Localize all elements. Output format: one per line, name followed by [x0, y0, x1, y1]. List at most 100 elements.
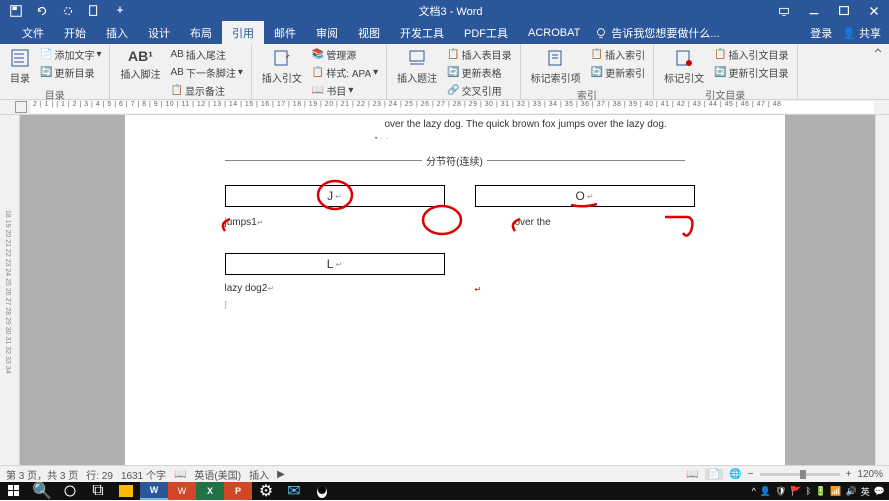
- tab-devtools[interactable]: 开发工具: [390, 21, 454, 45]
- section-break: 分节符(连续): [225, 153, 685, 168]
- status-words[interactable]: 1631 个字: [121, 467, 166, 482]
- tray-battery-icon[interactable]: 🔋: [815, 486, 826, 497]
- index-entry-lazydog[interactable]: lazy dog2↵: [225, 283, 445, 294]
- page-canvas[interactable]: over the lazy dog. The quick brown fox j…: [125, 115, 785, 465]
- heading-o[interactable]: O↵: [475, 185, 695, 207]
- show-notes-button[interactable]: 📋显示备注: [168, 82, 244, 99]
- redo-icon[interactable]: [56, 1, 80, 21]
- tab-home[interactable]: 开始: [54, 21, 96, 45]
- zoom-slider[interactable]: [760, 473, 840, 476]
- tab-mail[interactable]: 邮件: [264, 21, 306, 45]
- tray-ime[interactable]: 英: [861, 485, 870, 498]
- group-citations: 插入引文 📚管理源 📋样式: APA ▾ 📖书目 ▾ 引文与书目: [252, 44, 387, 99]
- tab-acrobat[interactable]: ACROBAT: [518, 23, 590, 43]
- system-tray[interactable]: ^ 👤 🛡 🚩 ᛒ 🔋 📶 🔊 英 💬: [752, 485, 889, 498]
- taskbar-qq[interactable]: [308, 482, 336, 500]
- insert-endnote-button[interactable]: AB插入尾注: [168, 46, 244, 63]
- menubar: 文件 开始 插入 设计 布局 引用 邮件 审阅 视图 开发工具 PDF工具 AC…: [0, 22, 889, 44]
- view-read-icon[interactable]: 📖: [686, 469, 698, 480]
- heading-j[interactable]: J↵: [225, 185, 445, 207]
- maximize-icon[interactable]: [829, 1, 859, 21]
- update-table-button[interactable]: 🔄更新表格: [445, 64, 513, 81]
- tray-flag-icon[interactable]: 🚩: [790, 486, 801, 497]
- cross-ref-button[interactable]: 🔗交叉引用: [445, 82, 513, 99]
- taskbar-settings[interactable]: ⚙: [252, 482, 280, 500]
- tab-selector[interactable]: [15, 101, 27, 113]
- view-print-icon[interactable]: 📄: [705, 469, 723, 480]
- tab-references[interactable]: 引用: [222, 21, 264, 45]
- start-button[interactable]: [0, 482, 28, 500]
- next-footnote-button[interactable]: AB下一条脚注 ▾: [168, 64, 244, 81]
- tab-review[interactable]: 审阅: [306, 21, 348, 45]
- tell-me[interactable]: 告诉我您想要做什么...: [594, 25, 719, 41]
- insert-caption-button[interactable]: 插入题注: [393, 46, 441, 99]
- view-web-icon[interactable]: 🌐: [729, 469, 741, 480]
- heading-l[interactable]: L↵: [225, 253, 445, 275]
- tab-layout[interactable]: 布局: [180, 21, 222, 45]
- status-spellcheck-icon[interactable]: 📖: [174, 469, 186, 480]
- mark-index-button[interactable]: 标记索引项: [527, 46, 585, 87]
- style-button[interactable]: 📋样式: APA ▾: [310, 64, 380, 81]
- zoom-level[interactable]: 120%: [857, 469, 883, 480]
- tray-wifi-icon[interactable]: 📶: [830, 486, 841, 497]
- tab-view[interactable]: 视图: [348, 21, 390, 45]
- taskbar-excel[interactable]: X: [196, 482, 224, 500]
- insert-tof-button[interactable]: 📋插入表目录: [445, 46, 513, 63]
- insert-index-button[interactable]: 📋插入索引: [589, 46, 647, 63]
- cortana-icon[interactable]: [56, 482, 84, 500]
- taskbar-mail[interactable]: ✉: [280, 482, 308, 500]
- taskbar-wps[interactable]: W: [168, 482, 196, 500]
- update-index-button[interactable]: 🔄更新索引: [589, 64, 647, 81]
- status-page[interactable]: 第 3 页，共 3 页: [6, 467, 78, 482]
- taskview-icon[interactable]: ⧉: [84, 482, 112, 500]
- tray-volume-icon[interactable]: 🔊: [846, 486, 857, 497]
- bibliography-button[interactable]: 📖书目 ▾: [310, 82, 380, 99]
- status-macro-icon[interactable]: ▶: [277, 469, 285, 480]
- search-button[interactable]: 🔍: [28, 482, 56, 500]
- vertical-ruler[interactable]: 18 19 20 21 22 23 24 25 26 27 28 29 30 3…: [0, 115, 20, 465]
- tray-bt-icon[interactable]: ᛒ: [806, 486, 811, 496]
- tab-file[interactable]: 文件: [12, 21, 54, 45]
- titlebar: 文档3 - Word: [0, 0, 889, 22]
- update-toc-button[interactable]: 🔄更新目录: [38, 64, 103, 81]
- new-icon[interactable]: [82, 1, 106, 21]
- manage-sources-button[interactable]: 📚管理源: [310, 46, 380, 63]
- undo-icon[interactable]: [30, 1, 54, 21]
- tray-up-icon[interactable]: ^: [752, 486, 756, 496]
- collapse-ribbon-icon[interactable]: [867, 44, 889, 99]
- taskbar-ppt[interactable]: P: [224, 482, 252, 500]
- tab-pdftools[interactable]: PDF工具: [454, 21, 518, 45]
- save-icon[interactable]: [4, 1, 28, 21]
- taskbar-word[interactable]: W: [140, 482, 168, 500]
- tab-insert[interactable]: 插入: [96, 21, 138, 45]
- status-line[interactable]: 行: 29: [86, 467, 113, 482]
- insert-toa-button[interactable]: 📋插入引文目录: [712, 46, 790, 63]
- index-entry-over[interactable]: over the: [515, 217, 695, 228]
- status-mode[interactable]: 插入: [249, 467, 269, 482]
- touch-icon[interactable]: [108, 1, 132, 21]
- add-text-button[interactable]: 📄添加文字 ▾: [38, 46, 103, 63]
- minimize-icon[interactable]: [799, 1, 829, 21]
- taskbar: 🔍 ⧉ W W X P ⚙ ✉ ^ 👤 🛡 🚩 ᛒ 🔋 📶 🔊 英 💬: [0, 482, 889, 500]
- zoom-in-icon[interactable]: +: [846, 469, 852, 480]
- horizontal-ruler[interactable]: 2 | 1 | | 1 | 2 | 3 | 4 | 5 | 6 | 7 | 8 …: [31, 101, 874, 113]
- mark-citation-button[interactable]: 标记引文: [660, 46, 708, 87]
- status-lang[interactable]: 英语(美国): [194, 467, 241, 482]
- tab-design[interactable]: 设计: [138, 21, 180, 45]
- update-toa-button[interactable]: 🔄更新引文目录: [712, 64, 790, 81]
- citation-icon: [272, 48, 292, 68]
- share-link[interactable]: 👤 共享: [842, 25, 881, 41]
- ribbon-options-icon[interactable]: [769, 1, 799, 21]
- close-icon[interactable]: [859, 1, 889, 21]
- zoom-out-icon[interactable]: −: [748, 469, 754, 480]
- insert-citation-button[interactable]: 插入引文: [258, 46, 306, 99]
- signin-link[interactable]: 登录: [810, 25, 832, 41]
- index-entry-jumps[interactable]: jumps1↵: [225, 217, 445, 228]
- tray-notif-icon[interactable]: 💬: [874, 486, 885, 497]
- taskbar-explorer[interactable]: [119, 485, 133, 497]
- toc-button[interactable]: 目录: [6, 46, 34, 87]
- vertical-scrollbar[interactable]: [875, 115, 889, 465]
- tray-shield-icon[interactable]: 🛡: [775, 486, 786, 497]
- insert-footnote-button[interactable]: AB¹ 插入脚注: [116, 46, 164, 99]
- tray-people-icon[interactable]: 👤: [760, 486, 771, 497]
